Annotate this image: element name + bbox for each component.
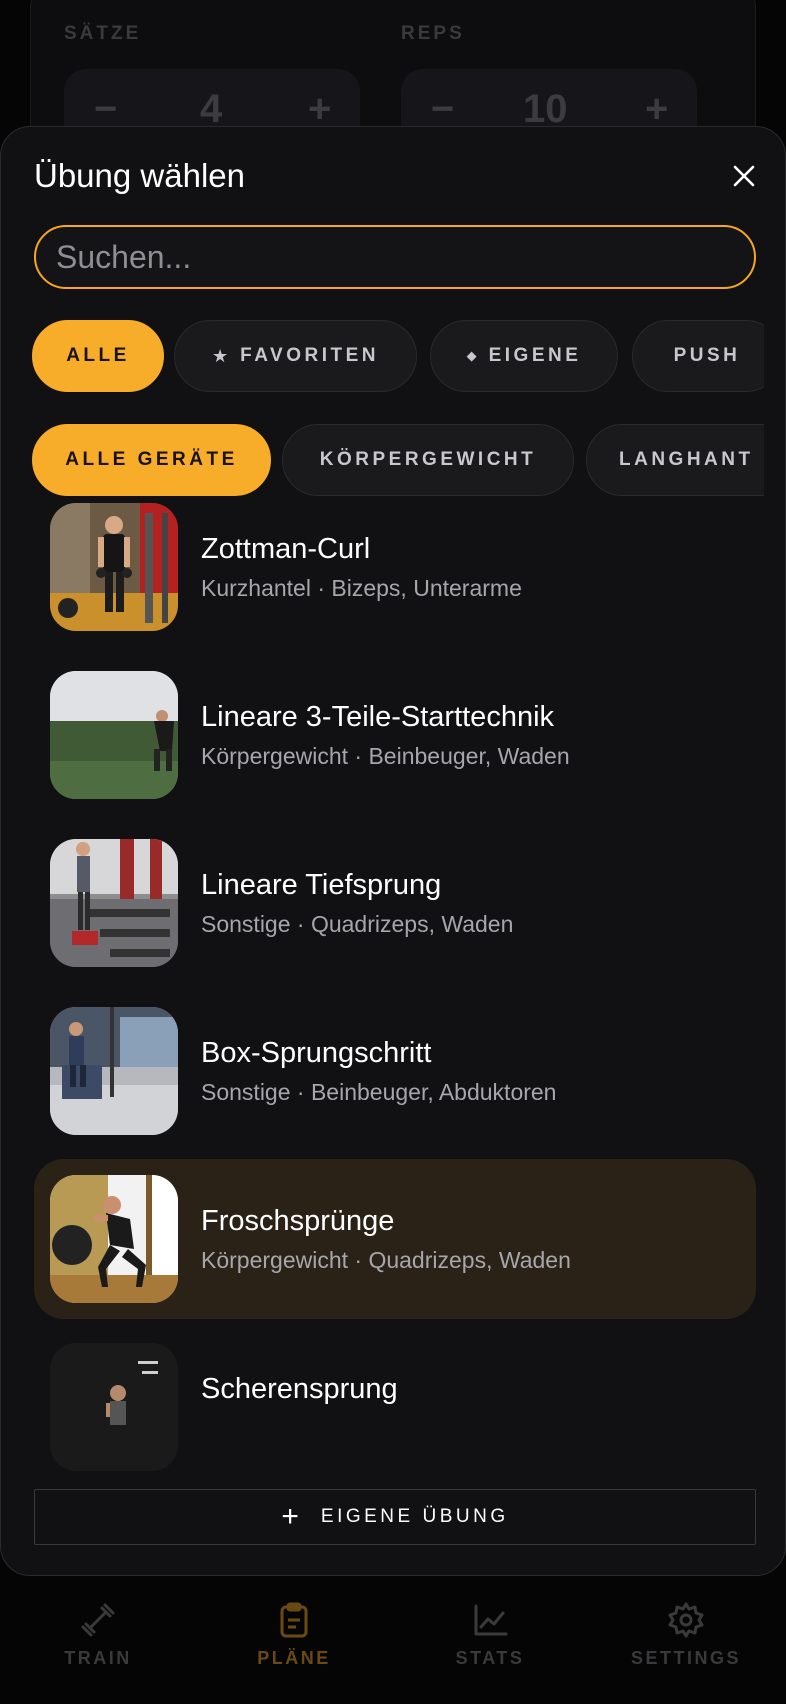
exercise-meta: Körpergewicht · Quadrizeps, Waden <box>201 1247 571 1273</box>
chip-label: KÖRPERGEWICHT <box>319 449 537 470</box>
exercise-list: Zottman-Curl Kurzhantel · Bizeps, Untera… <box>1 487 785 1575</box>
exercise-name: Lineare 3-Teile-Starttechnik <box>201 701 555 733</box>
exercise-item-zottman-curl[interactable]: Zottman-Curl Kurzhantel · Bizeps, Untera… <box>34 487 756 647</box>
exercise-meta: Kurzhantel · Bizeps, Unterarme <box>201 575 522 601</box>
chip-push[interactable]: PUSH <box>632 320 764 392</box>
equipment-filter-row: ALLE GERÄTE KÖRPERGEWICHT LANGHANT <box>32 424 764 496</box>
search-input[interactable] <box>34 225 756 289</box>
category-filter-row: ALLE ★ FAVORITEN ◆ EIGENE PUSH <box>32 320 764 392</box>
add-custom-exercise-button[interactable]: + EIGENE ÜBUNG <box>34 1489 756 1545</box>
exercise-item-froschspruenge[interactable]: Froschsprünge Körpergewicht · Quadrizeps… <box>34 1159 756 1319</box>
chip-langhantel[interactable]: LANGHANT <box>586 424 764 496</box>
close-icon <box>733 165 755 187</box>
exercise-thumbnail <box>50 839 178 967</box>
nav-label-stats: STATS <box>455 1648 525 1668</box>
exercise-name: Scherensprung <box>201 1373 398 1405</box>
chip-label: ALLE GERÄTE <box>65 449 238 470</box>
chip-alle[interactable]: ALLE <box>32 320 164 392</box>
chip-eigene[interactable]: ◆ EIGENE <box>430 320 618 392</box>
nav-label-settings: SETTINGS <box>630 1648 741 1668</box>
exercise-thumbnail <box>50 1175 178 1303</box>
chip-label: LANGHANT <box>619 449 754 470</box>
chip-label: PUSH <box>673 345 741 366</box>
nav-item-plaene[interactable]: PLÄNE <box>196 1578 392 1704</box>
sets-label: SÄTZE <box>64 23 142 44</box>
exercise-item-lineare-3-teile-starttechnik[interactable]: Lineare 3-Teile-Starttechnik Körpergewic… <box>34 655 756 815</box>
exercise-name: Lineare Tiefsprung <box>201 869 442 901</box>
exercise-thumbnail <box>50 671 178 799</box>
exercise-name: Box-Sprungschritt <box>201 1037 432 1069</box>
nav-label-plaene: PLÄNE <box>257 1648 331 1668</box>
chip-label: EIGENE <box>488 345 582 366</box>
exercise-thumbnail <box>50 1343 178 1471</box>
nav-item-train[interactable]: TRAIN <box>0 1578 196 1704</box>
reps-label: REPS <box>401 23 465 44</box>
plus-icon: + <box>281 1500 299 1533</box>
exercise-item-scherensprung[interactable]: Scherensprung <box>34 1327 756 1487</box>
exercise-thumbnail <box>50 1007 178 1135</box>
nav-item-settings[interactable]: SETTINGS <box>588 1578 784 1704</box>
sheet-title: Übung wählen <box>34 157 245 194</box>
add-button-label: EIGENE ÜBUNG <box>320 1506 509 1527</box>
close-button[interactable] <box>725 157 763 195</box>
chip-koerpergewicht[interactable]: KÖRPERGEWICHT <box>282 424 574 496</box>
chip-favoriten[interactable]: ★ FAVORITEN <box>174 320 417 392</box>
chart-icon <box>474 1604 508 1636</box>
exercise-name: Froschsprünge <box>201 1205 395 1237</box>
exercise-item-lineare-tiefsprung[interactable]: Lineare Tiefsprung Sonstige · Quadrizeps… <box>34 823 756 983</box>
exercise-item-box-sprungschritt[interactable]: Box-Sprungschritt Sonstige · Beinbeuger,… <box>34 991 756 1151</box>
gear-icon <box>668 1602 704 1638</box>
chip-label: ALLE <box>66 345 130 366</box>
nav-item-stats[interactable]: STATS <box>392 1578 588 1704</box>
bottom-nav: TRAIN PLÄNE STATS SETTINGS <box>0 1578 786 1704</box>
exercise-meta: Körpergewicht · Beinbeuger, Waden <box>201 743 570 769</box>
diamond-icon: ◆ <box>466 348 477 363</box>
exercise-thumbnail <box>50 503 178 631</box>
star-icon: ★ <box>212 345 229 366</box>
dumbbell-icon <box>81 1603 115 1637</box>
clipboard-icon <box>280 1602 308 1638</box>
exercise-meta: Sonstige · Quadrizeps, Waden <box>201 911 514 937</box>
exercise-meta: Sonstige · Beinbeuger, Abduktoren <box>201 1079 557 1105</box>
chip-label: FAVORITEN <box>240 345 379 366</box>
nav-label-train: TRAIN <box>64 1648 132 1668</box>
chip-alle-geraete[interactable]: ALLE GERÄTE <box>32 424 271 496</box>
exercise-picker-sheet: Übung wählen ALLE ★ FAVORITEN ◆ EIGENE P… <box>0 126 786 1576</box>
exercise-name: Zottman-Curl <box>201 533 371 565</box>
